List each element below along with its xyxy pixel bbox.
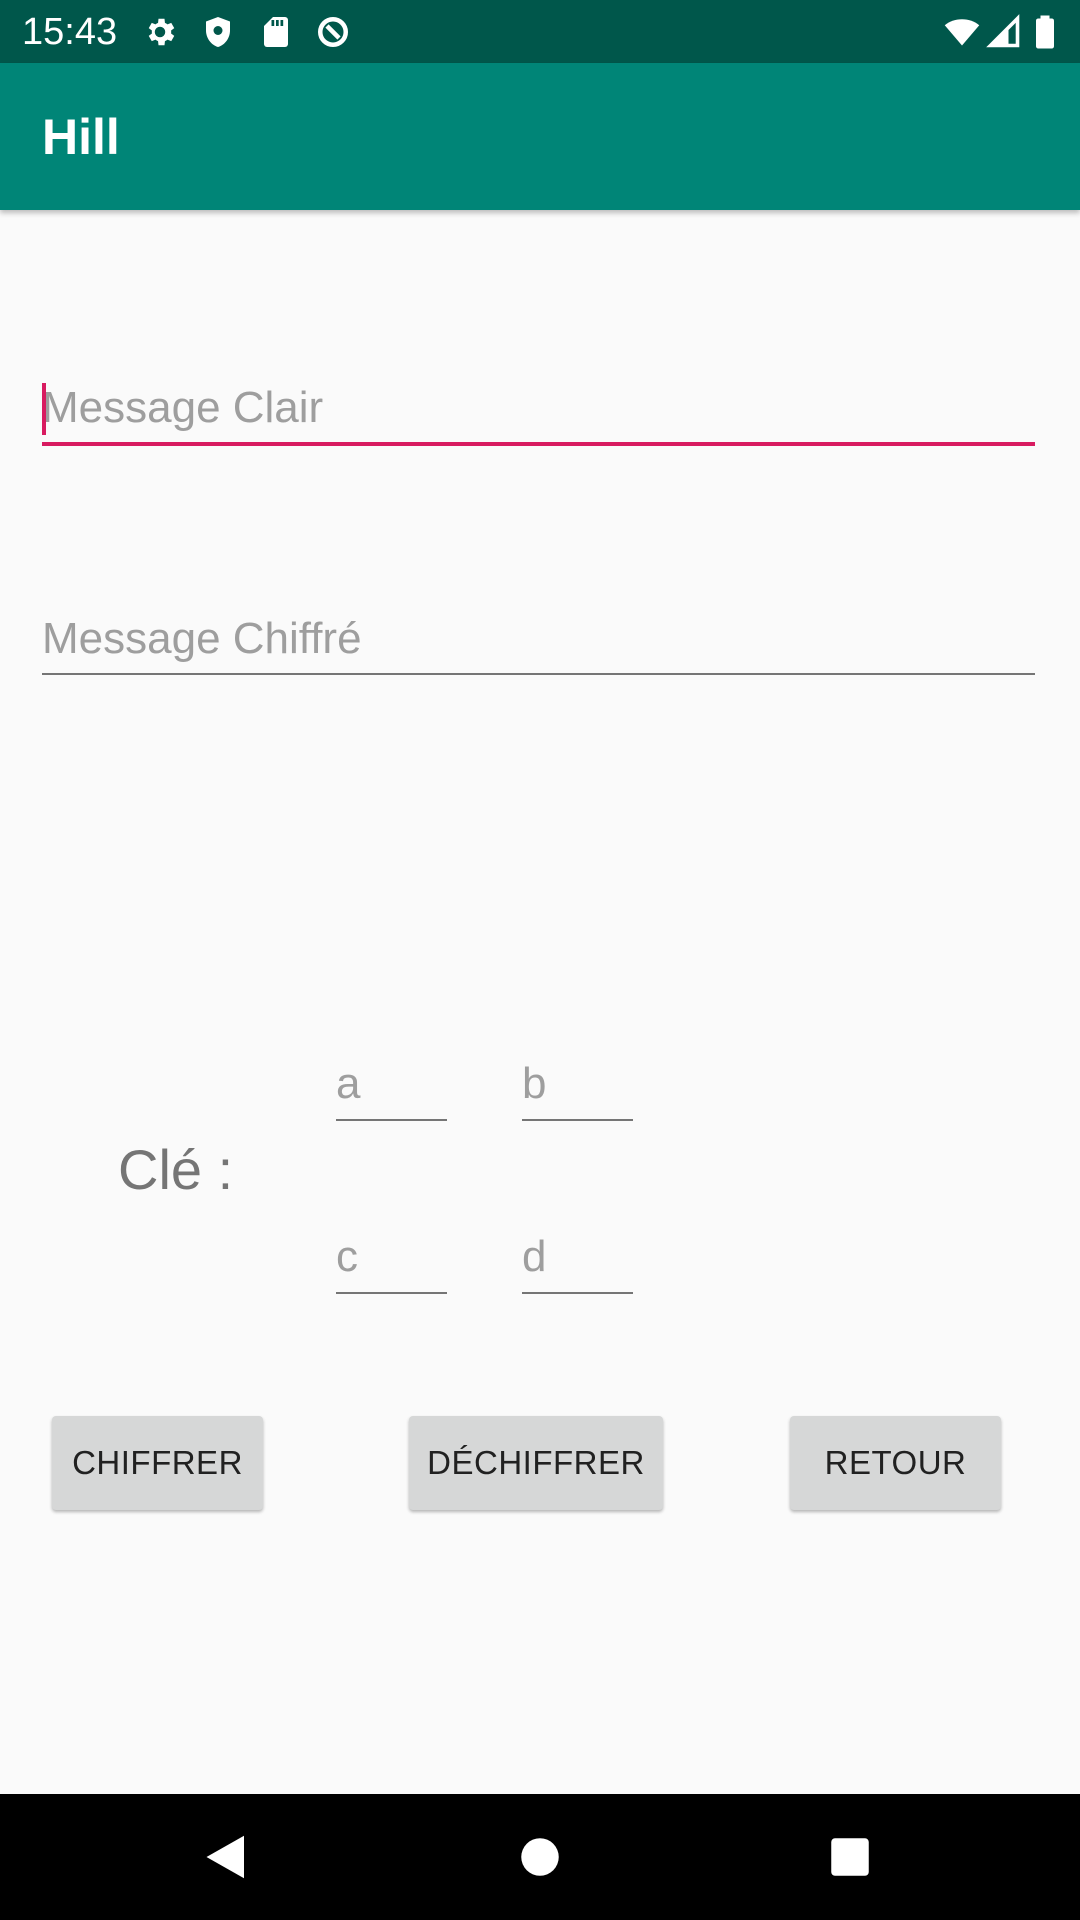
key-d-input[interactable] xyxy=(522,1221,633,1292)
key-c-input[interactable] xyxy=(336,1221,447,1292)
key-label: Clé : xyxy=(118,1138,234,1201)
encrypt-button[interactable]: CHIFFRER xyxy=(52,1416,263,1510)
app-title: Hill xyxy=(42,109,120,165)
signal-icon xyxy=(986,14,1022,50)
data-saver-icon xyxy=(315,14,351,50)
key-d-field[interactable] xyxy=(522,1221,633,1294)
status-bar: 15:43 xyxy=(0,0,1080,63)
key-b-input[interactable] xyxy=(522,1048,633,1119)
shield-icon xyxy=(200,14,236,50)
key-c-field[interactable] xyxy=(336,1221,447,1294)
key-b-field[interactable] xyxy=(522,1048,633,1121)
decrypt-button[interactable]: DÉCHIFFRER xyxy=(409,1416,663,1510)
sd-card-icon xyxy=(258,14,294,50)
key-a-input[interactable] xyxy=(336,1048,447,1119)
plain-message-field[interactable] xyxy=(42,374,1035,446)
back-button[interactable]: RETOUR xyxy=(790,1416,1001,1510)
recents-icon[interactable] xyxy=(820,1827,880,1887)
app-bar: Hill xyxy=(0,63,1080,210)
plain-message-input[interactable] xyxy=(42,374,1035,442)
wifi-icon xyxy=(944,14,980,50)
text-cursor xyxy=(42,383,46,435)
battery-icon xyxy=(1030,14,1060,50)
navigation-bar xyxy=(0,1794,1080,1920)
home-icon[interactable] xyxy=(510,1827,570,1887)
cipher-message-field[interactable] xyxy=(42,604,1035,675)
gear-icon xyxy=(142,14,178,50)
status-time: 15:43 xyxy=(22,11,118,53)
key-a-field[interactable] xyxy=(336,1048,447,1121)
back-icon[interactable] xyxy=(194,1827,254,1887)
cipher-message-input[interactable] xyxy=(42,604,1035,673)
